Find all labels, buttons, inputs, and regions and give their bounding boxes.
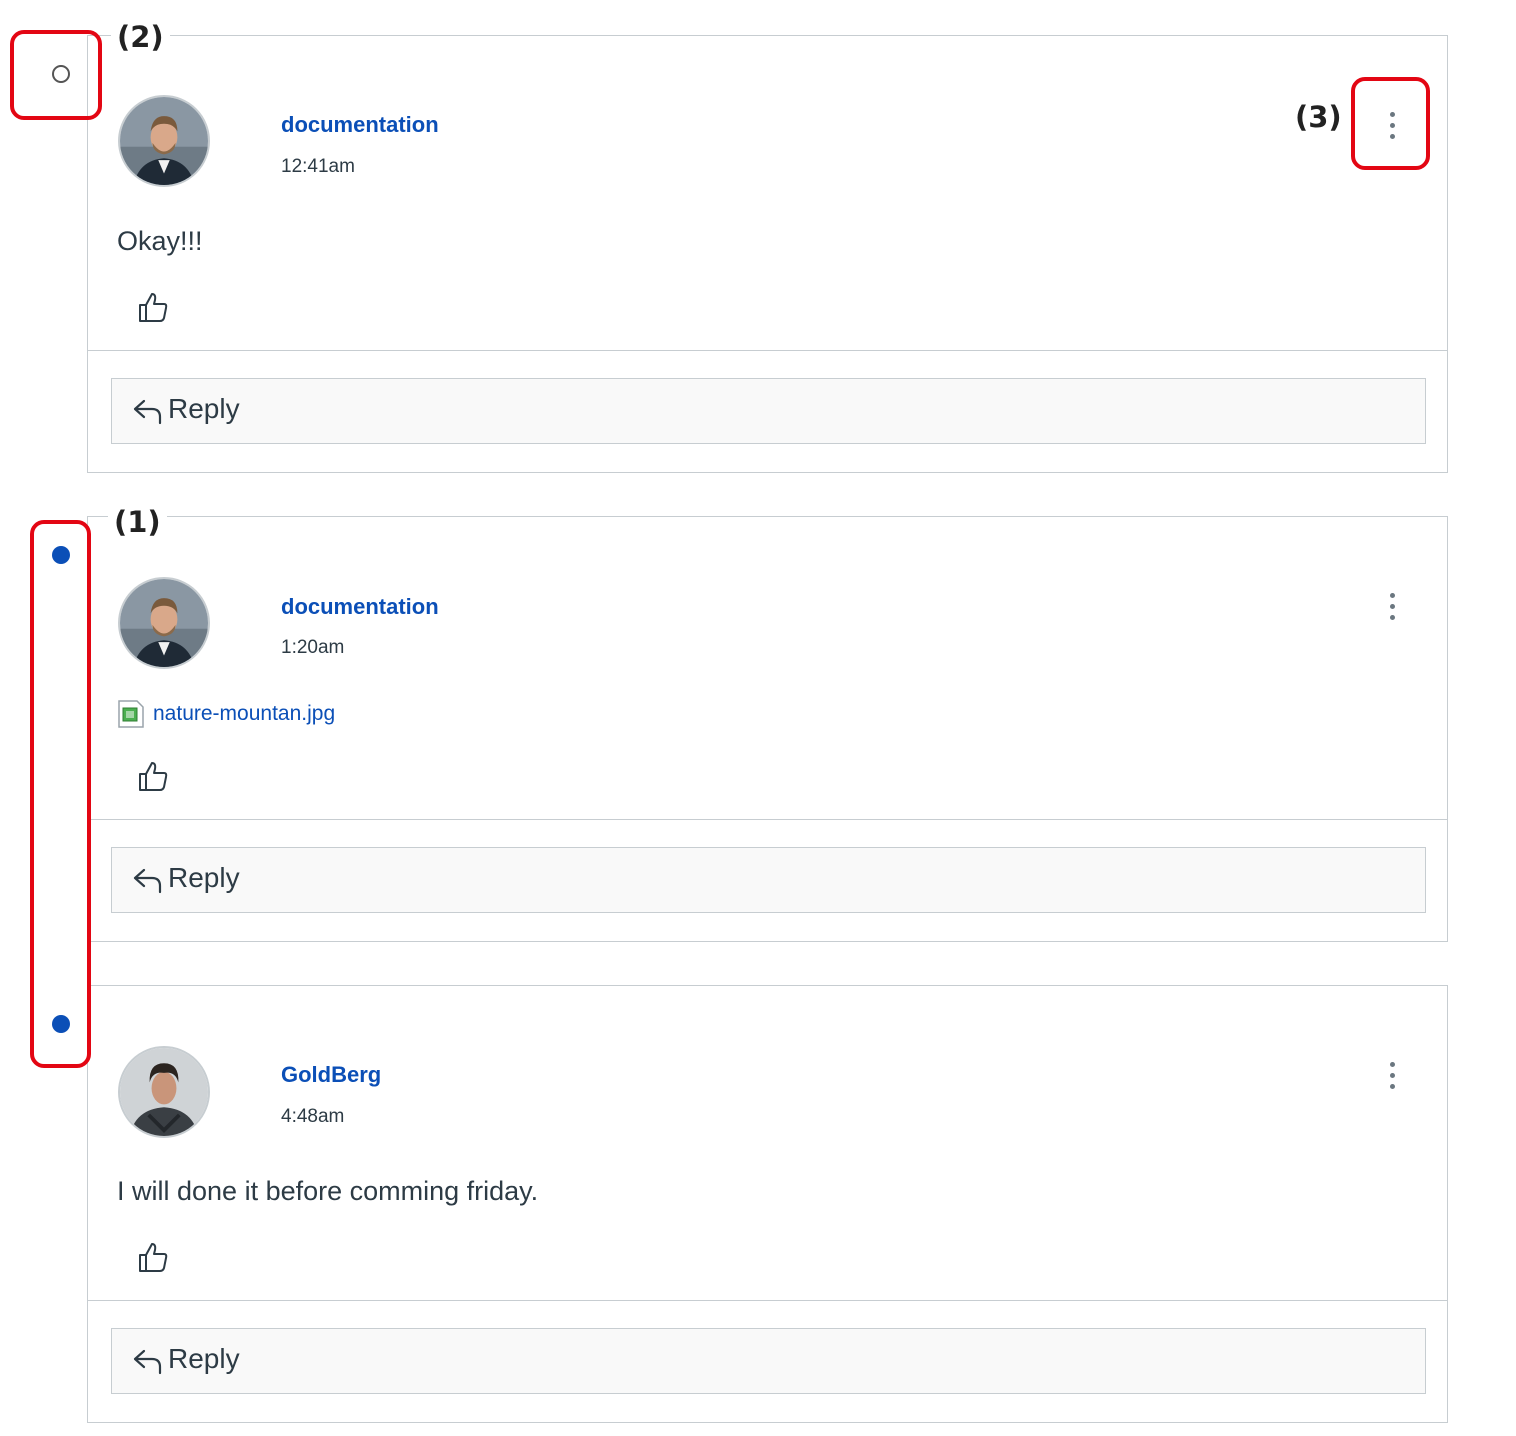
reply-arrow-icon	[133, 399, 162, 425]
avatar[interactable]	[118, 1046, 210, 1138]
discussion-post: documentation 1:20am nature-mountan.jpg …	[87, 516, 1448, 942]
divider	[88, 1300, 1447, 1301]
reply-arrow-icon	[133, 868, 162, 894]
annotation-box-options	[1351, 77, 1430, 170]
post-message: Okay!!!	[117, 226, 203, 256]
reply-arrow-icon	[133, 1349, 162, 1375]
reply-button[interactable]: Reply	[111, 847, 1426, 913]
post-message: I will done it before comming friday.	[117, 1176, 539, 1206]
attachment-filename: nature-mountan.jpg	[153, 702, 336, 725]
kebab-dot	[1390, 1073, 1395, 1078]
annotation-box-unread	[30, 520, 91, 1068]
more-options-button[interactable]	[1380, 1058, 1404, 1098]
divider	[88, 350, 1447, 351]
thumbs-up-icon	[139, 293, 168, 322]
annotation-box-read	[10, 30, 102, 120]
kebab-dot	[1390, 1084, 1395, 1089]
avatar-image	[120, 97, 208, 185]
discussion-post: documentation 12:41am Okay!!! Reply	[87, 35, 1448, 473]
kebab-dot	[1390, 604, 1395, 609]
post-time: 12:41am	[281, 156, 355, 177]
avatar[interactable]	[118, 95, 210, 187]
reply-label: Reply	[168, 393, 240, 424]
avatar-image	[120, 1048, 208, 1136]
like-button[interactable]	[136, 1240, 170, 1274]
kebab-dot	[1390, 1062, 1395, 1067]
reply-button[interactable]: Reply	[111, 1328, 1426, 1394]
annotation-label-2: (2)	[111, 20, 170, 54]
attachment-link[interactable]: nature-mountan.jpg	[117, 699, 335, 729]
kebab-dot	[1390, 615, 1395, 620]
author-name[interactable]: GoldBerg	[281, 1062, 381, 1088]
post-time: 1:20am	[281, 637, 345, 658]
more-options-button[interactable]	[1380, 589, 1404, 629]
kebab-dot	[1390, 593, 1395, 598]
thumbs-up-icon	[139, 762, 168, 791]
avatar-image	[120, 579, 208, 667]
divider	[88, 819, 1447, 820]
like-button[interactable]	[136, 290, 170, 324]
author-name[interactable]: documentation	[281, 112, 439, 138]
like-button[interactable]	[136, 759, 170, 793]
annotation-label-1: (1)	[108, 505, 167, 539]
reply-button[interactable]: Reply	[111, 378, 1426, 444]
reply-label: Reply	[168, 1343, 240, 1374]
post-time: 4:48am	[281, 1106, 345, 1127]
image-file-icon	[118, 700, 144, 728]
reply-label: Reply	[168, 862, 240, 893]
author-name[interactable]: documentation	[281, 594, 439, 620]
annotation-label-3: (3)	[1295, 100, 1342, 134]
thumbs-up-icon	[139, 1243, 168, 1272]
discussion-post: GoldBerg 4:48am I will done it before co…	[87, 985, 1448, 1423]
avatar[interactable]	[118, 577, 210, 669]
